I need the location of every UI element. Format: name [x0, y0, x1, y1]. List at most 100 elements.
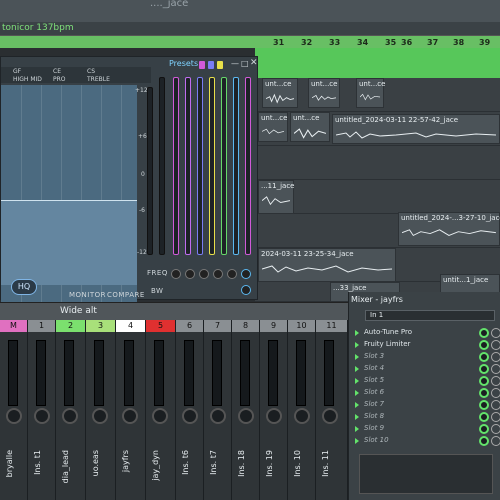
- playlist-track[interactable]: [255, 146, 500, 180]
- audio-clip[interactable]: 2024-03-11 23-25-34_jace: [258, 248, 396, 282]
- mixer-strip[interactable]: 3 uo.eas: [86, 320, 116, 500]
- level-meter: [240, 340, 250, 406]
- band-fader[interactable]: [245, 77, 251, 255]
- audio-clip[interactable]: unt...ce: [258, 112, 288, 142]
- freq-knob[interactable]: [213, 269, 223, 279]
- band-fader[interactable]: [221, 77, 227, 255]
- presets-label[interactable]: Presets: [169, 59, 198, 68]
- effect-slot[interactable]: Slot 6: [355, 388, 500, 399]
- mixer-strip[interactable]: 4 jayfrs: [116, 320, 146, 500]
- effect-slot[interactable]: Slot 4: [355, 364, 500, 375]
- effect-slot[interactable]: Slot 5: [355, 376, 500, 387]
- audio-clip[interactable]: unt...ce: [356, 78, 385, 108]
- preset-color[interactable]: [208, 61, 214, 69]
- playlist-ruler[interactable]: tonicor 137bpm: [0, 22, 500, 36]
- freq-knob[interactable]: [171, 269, 181, 279]
- freq-knob[interactable]: [227, 269, 237, 279]
- slot-mix-knob[interactable]: [491, 436, 500, 446]
- compare-label[interactable]: COMPARE: [107, 291, 145, 299]
- close-icon[interactable]: ✕: [250, 58, 258, 68]
- mixer-strip[interactable]: 5 jay_dyn: [146, 320, 176, 500]
- pan-knob[interactable]: [210, 408, 226, 424]
- eq-plugin-window[interactable]: GF CE CS HIGH MID PRO TREBLE Presets — □…: [0, 56, 259, 315]
- effect-slot[interactable]: Fruity Limiter: [355, 340, 500, 351]
- freq-knob[interactable]: [185, 269, 195, 279]
- effect-slot[interactable]: Slot 7: [355, 400, 500, 411]
- hq-toggle[interactable]: HQ: [11, 279, 37, 295]
- pan-knob[interactable]: [34, 408, 50, 424]
- mixer-preset-name[interactable]: Wide alt: [60, 306, 97, 316]
- pan-knob[interactable]: [294, 408, 310, 424]
- slot-mix-knob[interactable]: [491, 328, 500, 338]
- preset-color[interactable]: [199, 61, 205, 69]
- slot-enable-toggle[interactable]: [479, 328, 489, 338]
- band-fader[interactable]: [209, 77, 215, 255]
- mixer-strip[interactable]: 11 Ins. 11: [316, 320, 348, 500]
- audio-clip[interactable]: unt...ce: [308, 78, 340, 108]
- pan-knob[interactable]: [238, 408, 254, 424]
- pan-knob[interactable]: [322, 408, 338, 424]
- pan-knob[interactable]: [152, 408, 168, 424]
- audio-clip[interactable]: unt...ce: [290, 112, 330, 142]
- band-fader[interactable]: [173, 77, 179, 255]
- pan-knob[interactable]: [62, 408, 78, 424]
- slot-mix-knob[interactable]: [491, 412, 500, 422]
- slot-enable-toggle[interactable]: [479, 376, 489, 386]
- strip-name: Ins. 10: [293, 450, 302, 477]
- freq-knob[interactable]: [241, 269, 251, 279]
- effect-slot[interactable]: Slot 9: [355, 424, 500, 435]
- minimize-icon[interactable]: —: [231, 59, 239, 68]
- slot-enable-toggle[interactable]: [479, 340, 489, 350]
- insert-output-area[interactable]: [359, 454, 493, 494]
- mixer-strip[interactable]: 2 dia_lead: [56, 320, 86, 500]
- audio-clip[interactable]: ...11_jace: [258, 180, 294, 214]
- pan-knob[interactable]: [182, 408, 198, 424]
- slot-enable-toggle[interactable]: [479, 412, 489, 422]
- slot-enable-toggle[interactable]: [479, 388, 489, 398]
- mixer-strip[interactable]: 1 Ins. t1: [28, 320, 56, 500]
- strip-name: Ins. t7: [209, 450, 218, 475]
- pan-knob[interactable]: [266, 408, 282, 424]
- audio-clip[interactable]: unt...ce: [262, 78, 298, 108]
- mixer-strip[interactable]: 9 Ins. 19: [260, 320, 288, 500]
- band-fader[interactable]: [159, 77, 165, 255]
- mixer-strip[interactable]: 7 Ins. t7: [204, 320, 232, 500]
- mixer-strip[interactable]: 10 Ins. 10: [288, 320, 316, 500]
- band-fader[interactable]: [147, 87, 153, 255]
- freq-knob[interactable]: [199, 269, 209, 279]
- effect-slot[interactable]: Slot 8: [355, 412, 500, 423]
- slot-enable-toggle[interactable]: [479, 436, 489, 446]
- slot-enable-toggle[interactable]: [479, 352, 489, 362]
- mixer-strip[interactable]: 6 Ins. t6: [176, 320, 204, 500]
- effect-slot[interactable]: Slot 10: [355, 436, 500, 447]
- band-fader[interactable]: [197, 77, 203, 255]
- audio-clip[interactable]: untitled_2024-...3-27-10_jace: [398, 212, 500, 246]
- pan-knob[interactable]: [122, 408, 138, 424]
- insert-selector[interactable]: In 1: [365, 310, 495, 321]
- effect-slot[interactable]: Slot 3: [355, 352, 500, 363]
- maximize-icon[interactable]: □: [241, 59, 249, 68]
- slot-mix-knob[interactable]: [491, 340, 500, 350]
- slot-mix-knob[interactable]: [491, 400, 500, 410]
- slot-mix-knob[interactable]: [491, 352, 500, 362]
- slot-enable-toggle[interactable]: [479, 364, 489, 374]
- mixer-strip[interactable]: 8 Ins. 18: [232, 320, 260, 500]
- band-fader[interactable]: [185, 77, 191, 255]
- pan-knob[interactable]: [6, 408, 22, 424]
- effect-slot[interactable]: Auto-Tune Pro: [355, 328, 500, 339]
- slot-mix-knob[interactable]: [491, 424, 500, 434]
- strip-number: 5: [146, 320, 175, 332]
- eq-footer: HQ MONITOR COMPARE: [1, 279, 259, 299]
- slot-mix-knob[interactable]: [491, 376, 500, 386]
- slot-enable-toggle[interactable]: [479, 424, 489, 434]
- slot-mix-knob[interactable]: [491, 388, 500, 398]
- slot-enable-toggle[interactable]: [479, 400, 489, 410]
- band-fader[interactable]: [233, 77, 239, 255]
- slot-mix-knob[interactable]: [491, 364, 500, 374]
- audio-clip[interactable]: untitled_2024-03-11 22-57-42_jace: [332, 114, 500, 144]
- monitor-label[interactable]: MONITOR: [69, 291, 106, 299]
- mixer-strip[interactable]: Mbryalle: [0, 320, 28, 500]
- preset-color[interactable]: [217, 61, 223, 69]
- waveform: [262, 265, 392, 273]
- pan-knob[interactable]: [92, 408, 108, 424]
